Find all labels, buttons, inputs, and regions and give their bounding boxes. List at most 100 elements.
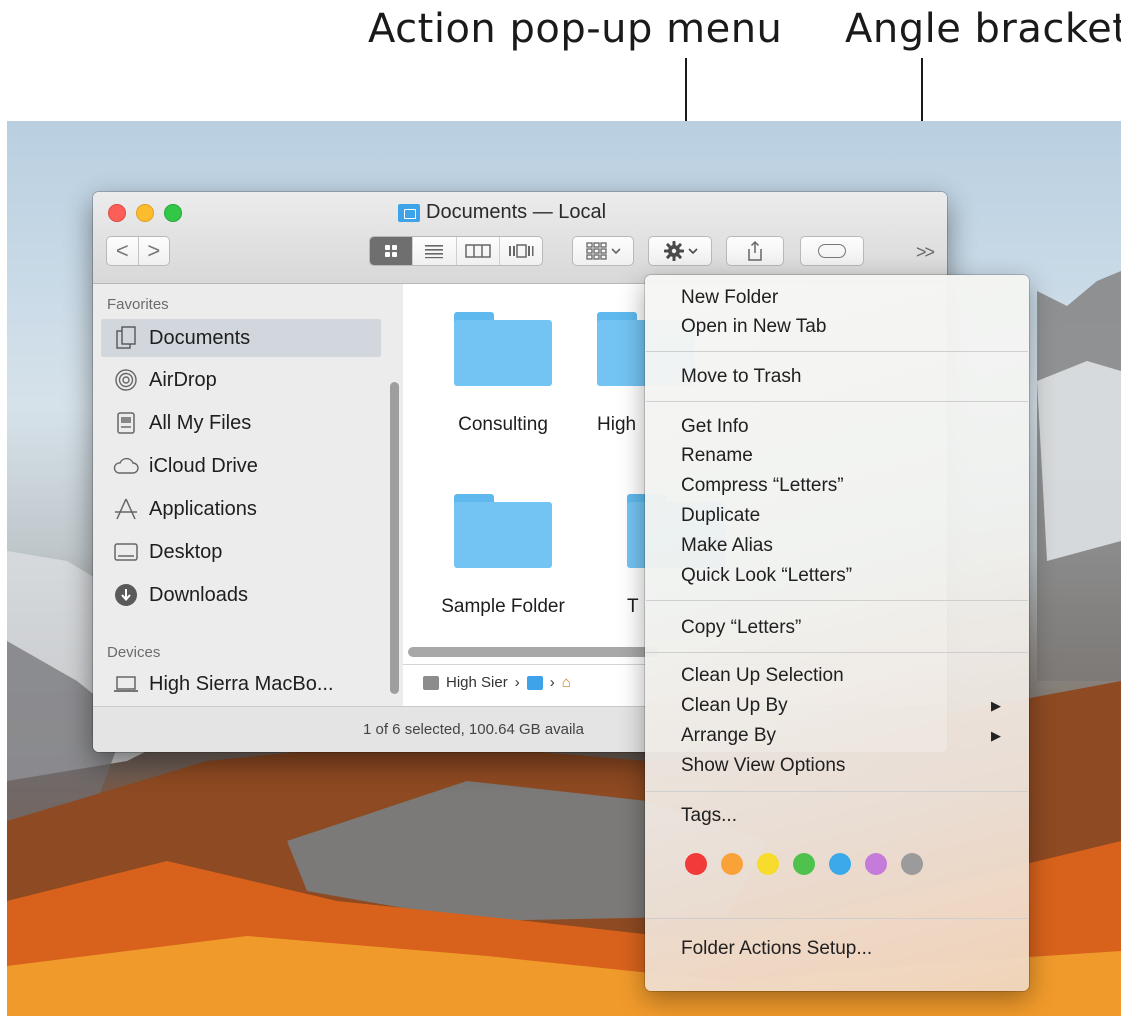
tag-color-dot[interactable] [793, 853, 815, 875]
tag-icon [818, 244, 846, 258]
action-menu-callout: Action pop-up menu [368, 6, 783, 52]
sidebar-scrollbar[interactable] [390, 382, 399, 694]
laptop-icon [113, 672, 139, 696]
tag-button[interactable] [800, 236, 864, 266]
file-item[interactable]: Sample Folder [423, 494, 583, 618]
file-name: Consulting [458, 414, 548, 435]
tag-color-dot[interactable] [721, 853, 743, 875]
sidebar-section-favorites: Favorites [107, 296, 169, 313]
tag-color-dot[interactable] [829, 853, 851, 875]
angle-brackets-callout: Angle brackets [845, 6, 1121, 52]
tag-color-dot[interactable] [757, 853, 779, 875]
all-files-icon [113, 411, 139, 435]
column-view-button[interactable] [455, 237, 499, 265]
cloud-icon [113, 454, 139, 478]
window-toolbar: Documents — Local < > >> [93, 192, 947, 284]
menu-item-get-info[interactable]: Get Info [681, 412, 1011, 442]
sidebar-item-documents[interactable]: Documents [101, 319, 381, 357]
sidebar-item-icloud-drive[interactable]: iCloud Drive [113, 447, 379, 485]
menu-item-show-view-options[interactable]: Show View Options [681, 751, 1011, 781]
sidebar-item-label: Desktop [149, 540, 223, 563]
chevron-down-icon [687, 248, 698, 255]
back-forward-control: < > [106, 236, 170, 266]
menu-separator [646, 600, 1028, 601]
sidebar: Favorites Documents AirDrop All My Files… [93, 284, 403, 706]
downloads-icon [113, 583, 139, 607]
menu-item-copy[interactable]: Copy “Letters” [681, 613, 1011, 643]
menu-item-duplicate[interactable]: Duplicate [681, 501, 1011, 531]
menu-item-folder-actions-setup[interactable]: Folder Actions Setup... [681, 934, 1011, 964]
desktop-icon [113, 540, 139, 564]
menu-separator [646, 918, 1028, 919]
menu-item-clean-up-selection[interactable]: Clean Up Selection [681, 661, 1011, 691]
menu-item-move-to-trash[interactable]: Move to Trash [681, 362, 1011, 392]
sidebar-item-label: Downloads [149, 583, 248, 606]
menu-separator [646, 351, 1028, 352]
gallery-view-icon [508, 244, 534, 258]
arrange-grid-icon [585, 242, 607, 260]
applications-icon [113, 497, 139, 521]
home-icon[interactable]: ⌂ [562, 674, 571, 691]
menu-item-tags[interactable]: Tags... [681, 801, 1011, 831]
close-button[interactable] [108, 204, 126, 222]
folder-icon [454, 494, 552, 568]
zoom-button[interactable] [164, 204, 182, 222]
submenu-arrow-icon: ▶ [991, 698, 1001, 713]
arrange-button[interactable] [572, 236, 634, 266]
tag-color-dot[interactable] [685, 853, 707, 875]
gallery-view-button[interactable] [498, 237, 542, 265]
toolbar-overflow-button[interactable]: >> [916, 242, 935, 263]
sidebar-item-macbook[interactable]: High Sierra MacBo... [113, 665, 379, 703]
path-drive-label[interactable]: High Sier [446, 674, 508, 691]
menu-item-make-alias[interactable]: Make Alias [681, 531, 1011, 561]
sidebar-item-label: iCloud Drive [149, 454, 258, 477]
list-view-icon [425, 245, 444, 259]
tag-color-dot[interactable] [901, 853, 923, 875]
share-button[interactable] [726, 236, 784, 266]
window-title: Documents — Local [398, 201, 606, 224]
icon-view-button[interactable] [370, 237, 413, 265]
gear-icon [663, 241, 684, 261]
sidebar-item-desktop[interactable]: Desktop [113, 533, 379, 571]
action-popup-menu: New Folder Open in New Tab Move to Trash… [645, 275, 1029, 991]
minimize-button[interactable] [136, 204, 154, 222]
window-title-text: Documents — Local [426, 201, 607, 223]
chevron-down-icon [610, 248, 621, 255]
sidebar-section-devices: Devices [107, 644, 161, 661]
sidebar-item-label: High Sierra MacBo... [149, 672, 334, 695]
chevron-right-icon: › [514, 674, 520, 691]
sidebar-item-applications[interactable]: Applications [113, 490, 379, 528]
menu-item-new-folder[interactable]: New Folder [681, 283, 1011, 313]
column-view-icon [464, 244, 491, 258]
view-mode-control [369, 236, 543, 266]
action-popup-button[interactable] [648, 236, 712, 266]
menu-item-quick-look[interactable]: Quick Look “Letters” [681, 561, 1011, 591]
folder-icon [454, 312, 552, 386]
menu-item-open-in-new-tab[interactable]: Open in New Tab [681, 312, 1011, 342]
sidebar-item-label: AirDrop [149, 368, 217, 391]
status-text: 1 of 6 selected, 100.64 GB availa [363, 721, 584, 738]
back-button[interactable]: < [107, 237, 138, 265]
menu-separator [646, 791, 1028, 792]
sidebar-item-airdrop[interactable]: AirDrop [113, 361, 379, 399]
list-view-button[interactable] [412, 237, 455, 265]
menu-item-compress[interactable]: Compress “Letters” [681, 471, 1011, 501]
horizontal-scrollbar[interactable] [408, 647, 658, 657]
share-icon [748, 240, 762, 261]
sidebar-item-label: All My Files [149, 411, 252, 434]
sidebar-item-label: Documents [149, 326, 251, 349]
file-name: Sample Folder [441, 596, 565, 617]
sidebar-item-all-my-files[interactable]: All My Files [113, 404, 379, 442]
drive-icon [423, 675, 439, 690]
sidebar-item-label: Applications [149, 497, 257, 520]
documents-icon [113, 326, 139, 350]
sidebar-item-downloads[interactable]: Downloads [113, 576, 379, 614]
menu-separator [646, 652, 1028, 653]
menu-item-arrange-by[interactable]: Arrange By ▶ [681, 721, 1011, 751]
forward-button[interactable]: > [137, 237, 170, 265]
file-item[interactable]: Consulting [423, 312, 583, 436]
menu-item-clean-up-by[interactable]: Clean Up By ▶ [681, 691, 1011, 721]
users-folder-icon[interactable] [526, 675, 543, 690]
tag-color-dot[interactable] [865, 853, 887, 875]
menu-item-rename[interactable]: Rename [681, 441, 1011, 471]
